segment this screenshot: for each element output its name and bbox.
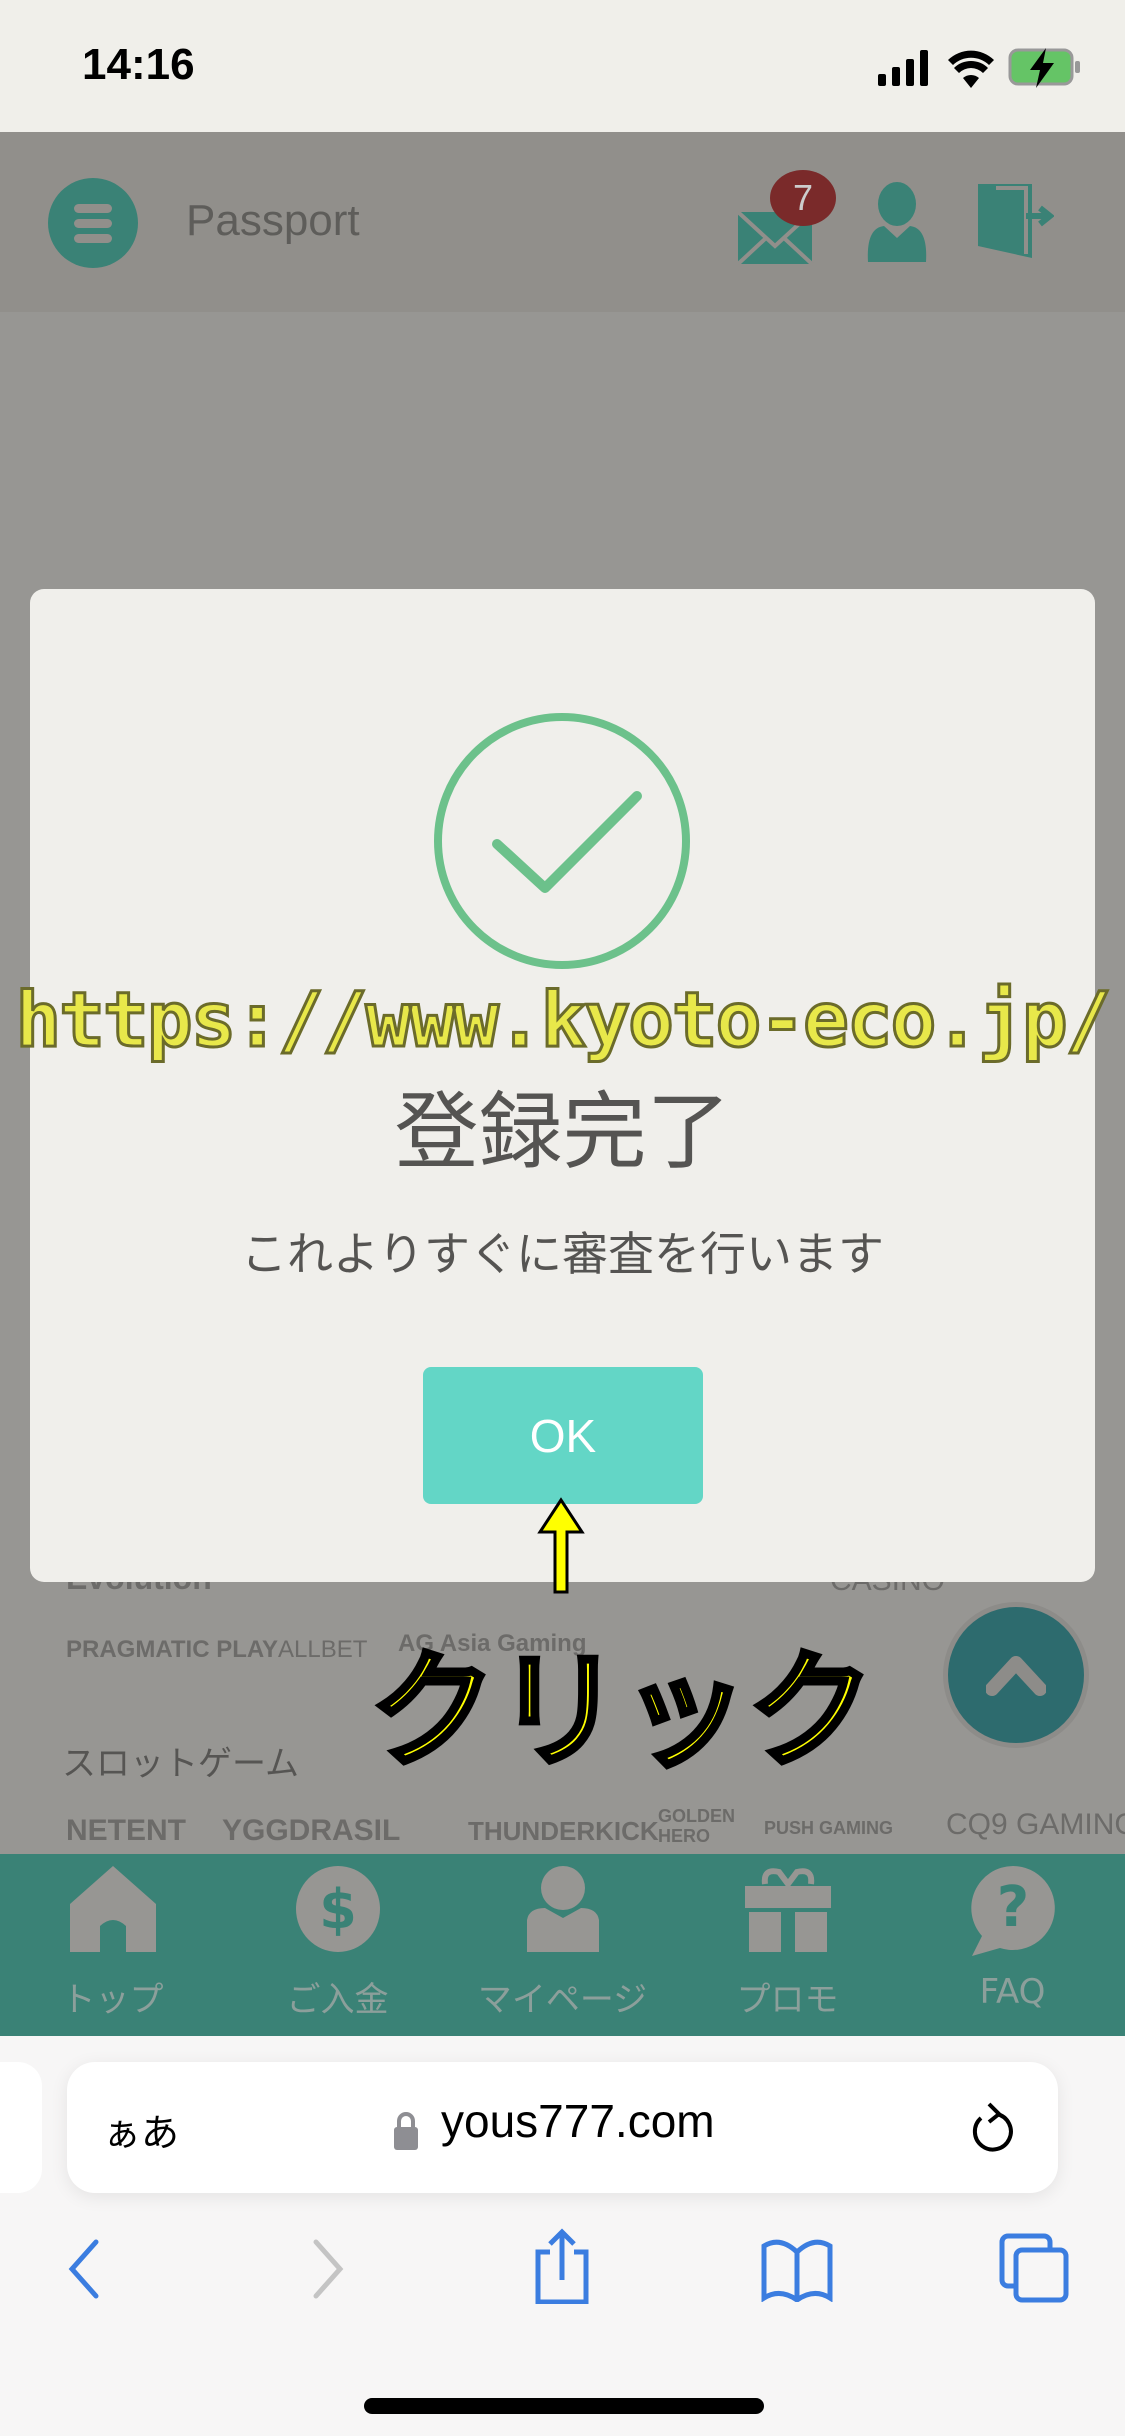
svg-text:$: $ [319,1878,357,1941]
address-bar[interactable]: ぁあ yous777.com [67,2062,1058,2193]
dollar-icon: $ [295,1866,380,1952]
status-time: 14:16 [82,40,195,89]
provider-logo: CQ9 GAMING [946,1808,1125,1841]
wifi-icon [948,50,994,88]
provider-logo: GOLDEN HERO [658,1806,736,1846]
nav-label: FAQ [979,1972,1046,2012]
arrow-up-icon [537,1497,585,1594]
nav-label: マイページ [477,1980,648,2020]
bookmarks-icon[interactable] [760,2236,834,2302]
click-annotation: クリック [368,1636,877,1788]
status-bar: 14:16 [0,0,1125,132]
chevron-up-icon [986,1656,1046,1696]
nav-label: ご入金 [286,1980,389,2020]
mail-badge: 7 [770,170,836,226]
nav-item-promo[interactable]: プロモ [675,1854,900,2036]
tabs-icon[interactable] [998,2232,1070,2304]
watermark-url: https://www.kyoto-eco.jp/ [14,974,1113,1066]
check-circle-icon [434,713,690,969]
previous-tab-preview[interactable] [0,2062,42,2193]
user-icon[interactable] [866,182,928,262]
svg-text:?: ? [996,1875,1028,1940]
provider-logo: ALLBET [278,1636,368,1663]
bottom-nav: トップ $ ご入金 マイページ プロモ ? FAQ [0,1854,1125,2036]
signal-icon [878,50,928,86]
home-indicator [364,2398,764,2414]
nav-label: トップ [61,1980,164,2020]
slot-games-heading: スロットゲーム [62,1744,299,1784]
logout-icon[interactable] [978,184,1054,258]
nav-item-deposit[interactable]: $ ご入金 [225,1854,450,2036]
dialog-title: 登録完了 [394,1083,731,1181]
battery-charging-icon [1008,48,1080,88]
site-header [0,132,1125,312]
provider-logo: YGGDRASIL [222,1814,401,1847]
home-icon [69,1866,156,1952]
scroll-to-top-button[interactable] [943,1602,1089,1748]
menu-button[interactable] [48,178,138,268]
provider-logo: PUSH GAMING [764,1818,894,1838]
forward-icon[interactable] [310,2238,346,2300]
gift-icon [744,1868,831,1952]
nav-item-top[interactable]: トップ [0,1854,225,2036]
ok-button[interactable]: OK [423,1367,703,1504]
share-icon[interactable] [532,2228,592,2304]
back-icon[interactable] [66,2238,102,2300]
provider-logo: THUNDERKICK [468,1816,659,1846]
question-icon: ? [970,1866,1055,1956]
nav-label: プロモ [736,1980,839,2020]
url-domain: yous777.com [441,2095,715,2147]
reload-icon[interactable] [967,2102,1017,2158]
user-icon [526,1866,599,1952]
page-title: Passport [186,196,360,245]
provider-logo: NETENT [66,1814,186,1847]
provider-logo: PRAGMATIC PLAY [66,1636,279,1663]
nav-item-mypage[interactable]: マイページ [450,1854,675,2036]
dialog-message: これよりすぐに審査を行います [240,1227,885,1281]
text-size-button[interactable]: ぁあ [103,2102,179,2157]
nav-item-faq[interactable]: ? FAQ [900,1854,1125,2036]
lock-icon [394,2112,418,2150]
